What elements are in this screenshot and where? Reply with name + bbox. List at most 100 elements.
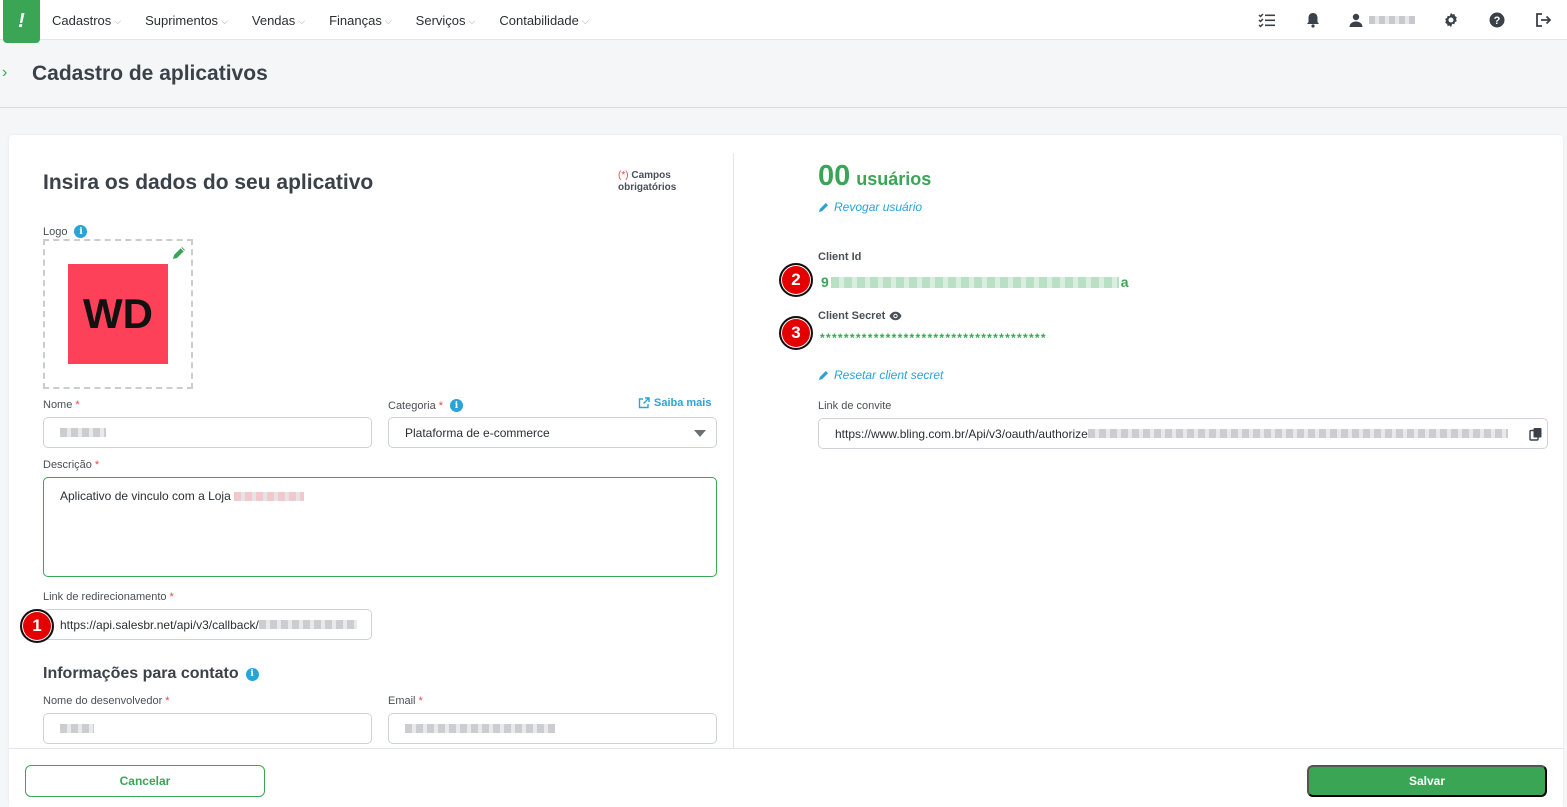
menu-cadastros[interactable]: Cadastros ⌵ (52, 13, 121, 28)
client-id-label: Client Id (818, 251, 862, 263)
redacted-text (258, 620, 357, 629)
redacted-text (60, 724, 94, 733)
user-icon (1349, 13, 1363, 27)
user-name-redacted (1369, 16, 1415, 24)
redirect-input[interactable]: https://api.salesbr.net/api/v3/callback/ (43, 609, 372, 640)
annotation-marker-2: 2 (779, 263, 813, 297)
cancel-button[interactable]: Cancelar (25, 765, 265, 797)
required-asterisk: * (418, 695, 423, 707)
email-label: Email * (388, 695, 423, 707)
client-id-value: 9a (821, 274, 1129, 290)
eye-icon[interactable] (889, 311, 902, 321)
client-secret-value: ************************************** (820, 331, 1047, 345)
menu-label: Cadastros (52, 12, 112, 28)
client-id-start: 9 (821, 274, 829, 290)
checklist-icon[interactable] (1257, 10, 1277, 30)
external-link-icon (638, 397, 650, 409)
reset-secret-link[interactable]: Resetar client secret (818, 368, 943, 382)
header-divider (0, 107, 1567, 108)
save-button[interactable]: Salvar (1307, 765, 1547, 797)
chevron-down-icon: ⌵ (114, 15, 122, 26)
redacted-text (60, 428, 106, 437)
invite-link-value: https://www.bling.com.br/Api/v3/oauth/au… (835, 426, 1088, 441)
edit-pencil-icon[interactable] (171, 245, 187, 261)
chevron-down-icon: ⌵ (384, 15, 392, 26)
users-count-label: usuários (856, 169, 932, 189)
help-icon[interactable]: ? (1487, 10, 1507, 30)
gear-icon[interactable] (1441, 10, 1461, 30)
info-icon[interactable]: i (74, 225, 88, 238)
menu-vendas[interactable]: Vendas ⌵ (252, 13, 305, 28)
info-icon[interactable]: i (449, 399, 463, 412)
categoria-select[interactable]: Plataforma de e-commerce (388, 417, 717, 448)
contact-title-text: Informações para contato (43, 665, 239, 682)
menu-suprimentos[interactable]: Suprimentos ⌵ (145, 13, 228, 28)
invite-link-input[interactable]: https://www.bling.com.br/Api/v3/oauth/au… (818, 418, 1548, 449)
required-asterisk: * (169, 591, 174, 603)
saiba-mais-text: Saiba mais (654, 397, 712, 409)
required-fields-note: (*) Campos obrigatórios (618, 170, 698, 194)
page-title: Cadastro de aplicativos (32, 62, 268, 85)
redacted-text (405, 724, 555, 733)
users-count: 00 usuários (818, 160, 931, 193)
app-logo-image: WD (68, 264, 168, 364)
svg-text:?: ? (1494, 15, 1501, 27)
pencil-icon (819, 203, 828, 212)
redacted-text (234, 492, 305, 501)
chevron-down-icon: ⌵ (298, 15, 306, 26)
chevron-down-icon: ⌵ (221, 15, 228, 26)
nome-label-text: Nome (43, 399, 73, 411)
user-menu[interactable] (1349, 10, 1415, 30)
top-navbar: ! Cadastros ⌵ Suprimentos ⌵ Vendas ⌵ Finanç… (0, 0, 1567, 43)
descricao-textarea[interactable]: Aplicativo de vinculo com a Loja (43, 477, 717, 577)
redirect-label-text: Link de redirecionamento (43, 591, 167, 603)
pencil-icon (819, 371, 828, 380)
breadcrumb-back-arrow[interactable]: › (2, 64, 7, 82)
logo-glyph: ! (18, 10, 25, 32)
menu-label: Serviços (415, 12, 466, 28)
menu-financas[interactable]: Finanças ⌵ (329, 13, 392, 28)
menu-label: Suprimentos (145, 12, 219, 28)
app-logo[interactable]: ! (3, 0, 40, 43)
revoke-user-text: Revogar usuário (834, 200, 923, 214)
menu-servicos[interactable]: Serviços ⌵ (416, 13, 476, 28)
revoke-user-link[interactable]: Revogar usuário (818, 200, 922, 214)
redacted-text (1087, 429, 1508, 438)
dev-name-label: Nome do desenvolvedor * (43, 695, 170, 707)
logo-label-text: Logo (43, 225, 68, 238)
form-section-title: Insira os dados do seu aplicativo (43, 171, 374, 194)
client-id-end: a (1120, 274, 1129, 290)
required-asterisk: * (94, 459, 100, 471)
email-label-text: Email (388, 695, 416, 707)
descricao-value: Aplicativo de vinculo com a Loja (60, 489, 231, 503)
redirect-value: https://api.salesbr.net/api/v3/callback/ (60, 617, 259, 632)
main-menu: Cadastros ⌵ Suprimentos ⌵ Vendas ⌵ Finanças… (52, 0, 613, 40)
client-secret-label: Client Secret (818, 310, 902, 322)
menu-label: Finanças (329, 12, 382, 28)
annotation-marker-3: 3 (779, 316, 813, 350)
nome-input[interactable] (43, 417, 372, 448)
dropdown-caret-icon (694, 430, 706, 437)
reset-secret-text: Resetar client secret (834, 368, 944, 382)
info-icon[interactable]: i (245, 667, 259, 681)
categoria-label-text: Categoria (388, 399, 436, 412)
app-form-card (9, 135, 1563, 807)
required-asterisk: * (438, 399, 443, 412)
descricao-label: Descrição * (43, 459, 99, 471)
bell-icon[interactable] (1303, 10, 1323, 30)
client-secret-label-text: Client Secret (818, 310, 886, 322)
copy-icon[interactable] (1529, 427, 1543, 441)
logout-icon[interactable] (1533, 10, 1553, 30)
menu-contabilidade[interactable]: Contabilidade ⌵ (499, 13, 588, 28)
menu-label: Vendas (251, 12, 296, 28)
dev-name-input[interactable] (43, 713, 372, 744)
logo-label: Logo i (43, 225, 88, 238)
invite-link-label: Link de convite (818, 400, 892, 412)
contact-section-title: Informações para contato i (43, 665, 259, 683)
dev-name-label-text: Nome do desenvolvedor (43, 695, 163, 707)
categoria-selected-value: Plataforma de e-commerce (405, 425, 550, 440)
logo-upload-area[interactable]: WD (43, 239, 193, 389)
required-asterisk: * (75, 399, 80, 411)
saiba-mais-link[interactable]: Saiba mais (638, 397, 711, 409)
email-input[interactable] (388, 713, 717, 744)
